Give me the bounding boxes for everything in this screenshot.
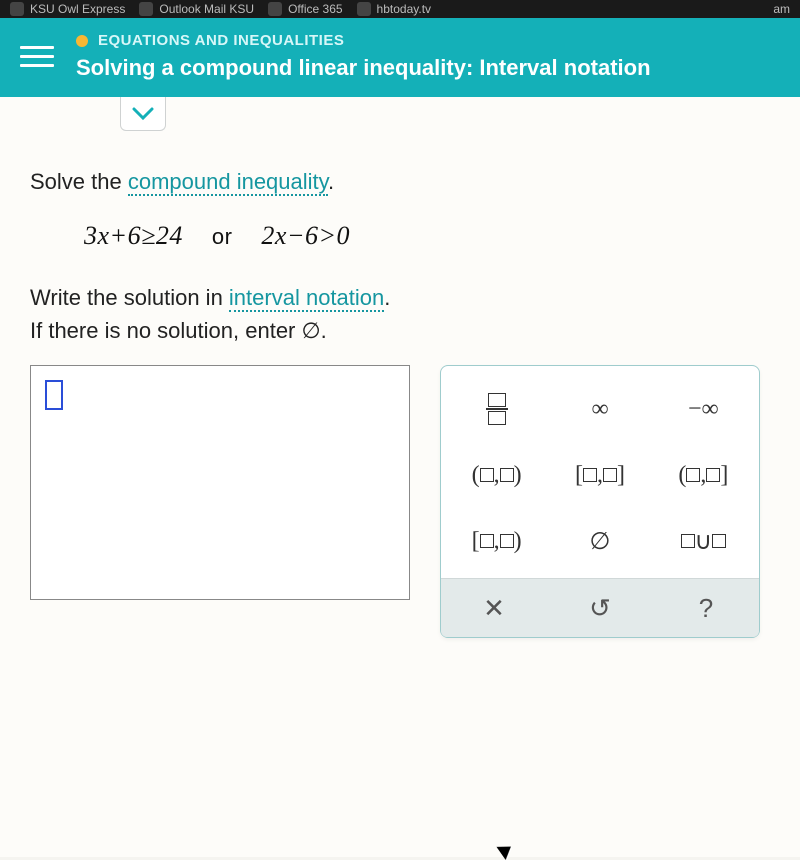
- union-button[interactable]: ∪: [652, 508, 755, 574]
- answer-cursor: [45, 380, 63, 410]
- empty-set-button[interactable]: ∅: [548, 508, 651, 574]
- help-button[interactable]: ?: [653, 579, 759, 637]
- bookmark-item[interactable]: Outlook Mail KSU: [139, 2, 254, 16]
- interval-closed-closed-button[interactable]: [,]: [548, 442, 651, 508]
- bookmark-item[interactable]: Office 365: [268, 2, 342, 16]
- category-dot-icon: [76, 35, 88, 47]
- browser-bookmark-bar: KSU Owl Express Outlook Mail KSU Office …: [0, 0, 800, 18]
- undo-button[interactable]: ↺: [547, 579, 653, 637]
- question-prompt: Solve the compound inequality.: [30, 169, 770, 195]
- interval-closed-open-button[interactable]: [,): [445, 508, 548, 574]
- interval-open-closed-button[interactable]: (,]: [652, 442, 755, 508]
- bookmark-item[interactable]: KSU Owl Express: [10, 2, 125, 16]
- interval-notation-link[interactable]: interval notation: [229, 285, 384, 312]
- inequality-expression: 3x+6≥24 or 2x−6>0: [84, 221, 770, 251]
- lesson-title: Solving a compound linear inequality: In…: [76, 55, 780, 81]
- bookmark-item[interactable]: am: [773, 2, 790, 16]
- bookmark-item[interactable]: hbtoday.tv: [357, 2, 431, 16]
- lesson-header: EQUATIONS AND INEQUALITIES Solving a com…: [0, 18, 800, 97]
- neg-infinity-button[interactable]: −∞: [652, 376, 755, 442]
- clear-button[interactable]: ✕: [441, 579, 547, 637]
- expand-toggle[interactable]: [120, 97, 166, 131]
- compound-inequality-link[interactable]: compound inequality: [128, 169, 328, 196]
- menu-button[interactable]: [20, 46, 54, 67]
- instruction-text: Write the solution in interval notation.…: [30, 281, 770, 347]
- mouse-cursor-icon: [496, 840, 515, 860]
- infinity-button[interactable]: ∞: [548, 376, 651, 442]
- fraction-button[interactable]: [445, 376, 548, 442]
- answer-input[interactable]: [30, 365, 410, 600]
- interval-open-open-button[interactable]: (,): [445, 442, 548, 508]
- math-keypad: ∞ −∞ (,) [,] (,] [,) ∅ ∪ ✕ ↺ ?: [440, 365, 760, 638]
- lesson-category: EQUATIONS AND INEQUALITIES: [76, 32, 780, 49]
- chevron-down-icon: [132, 101, 154, 127]
- lesson-content: Solve the compound inequality. 3x+6≥24 o…: [0, 97, 800, 857]
